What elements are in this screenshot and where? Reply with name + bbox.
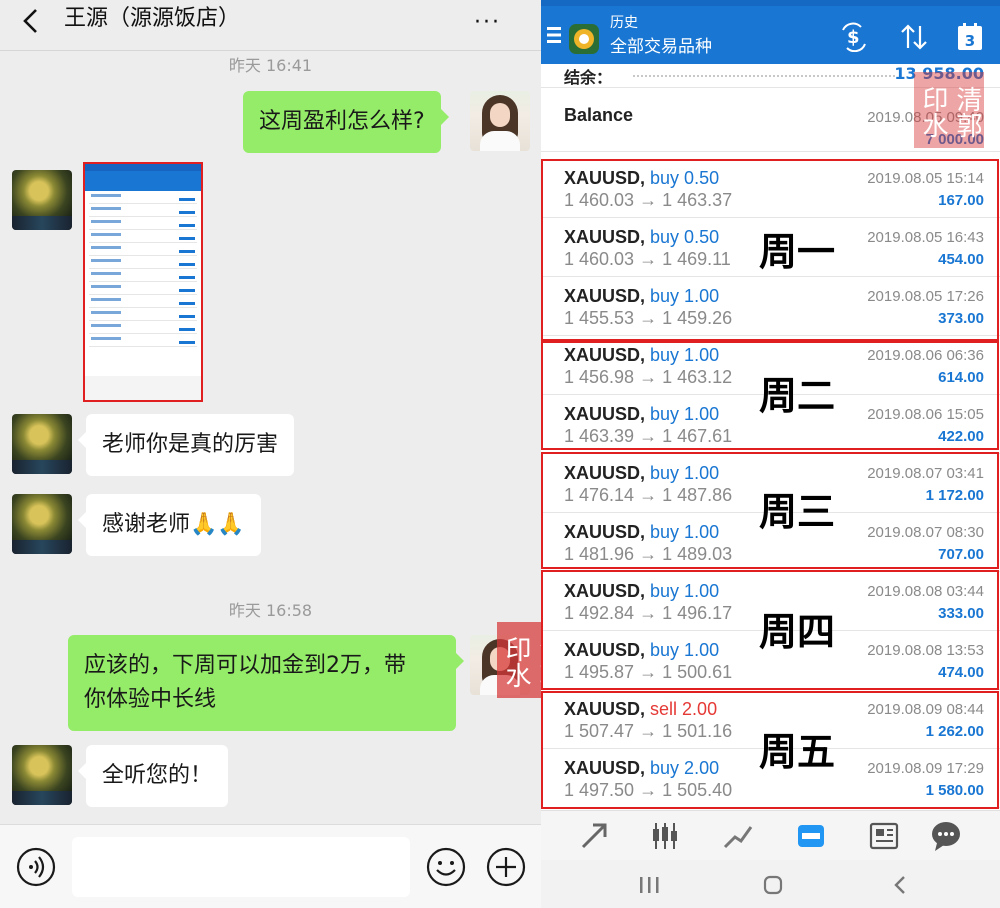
chat-title: 王源（源源饭店）: [64, 6, 241, 31]
day-label-thursday: 周四: [759, 610, 836, 654]
chat-header: 王源（源源饭店） ···: [0, 0, 541, 44]
calendar-day: 3: [965, 32, 975, 50]
sort-icon[interactable]: [897, 22, 931, 52]
summary-label: 结余：: [564, 68, 613, 87]
chat-input-bar: [0, 824, 541, 908]
message-line: 你体验中长线: [84, 687, 217, 712]
my-message-bubble[interactable]: 这周盈利怎么样?: [243, 91, 449, 153]
contact-avatar[interactable]: [12, 745, 72, 805]
contact-avatar[interactable]: [12, 494, 72, 554]
trade-icon[interactable]: [577, 819, 611, 853]
app-toolbar: 历史 全部交易品种 $ 3: [541, 0, 1000, 64]
day-label-wednesday: 周三: [759, 490, 836, 534]
bottom-navigation: [541, 810, 1000, 860]
more-options-icon[interactable]: ···: [474, 10, 501, 35]
contact-avatar[interactable]: [12, 170, 72, 230]
quotes-chart-icon[interactable]: [648, 819, 682, 853]
day-label-tuesday: 周二: [759, 374, 836, 418]
balance-label: Balance: [564, 105, 634, 125]
back-icon[interactable]: [889, 874, 913, 896]
timestamp: 昨天 16:41: [228, 56, 313, 75]
timestamp: 昨天 16:58: [228, 601, 313, 620]
plus-icon[interactable]: [486, 847, 526, 887]
watermark-text: 清郭印水: [501, 636, 541, 688]
symbol-filter[interactable]: 全部交易品种: [610, 36, 712, 58]
day-label-friday: 周五: [759, 730, 836, 774]
message-input[interactable]: [72, 837, 410, 897]
emoji-icon[interactable]: [426, 847, 466, 887]
back-arrow-icon[interactable]: [20, 8, 42, 34]
messages-icon[interactable]: [929, 819, 963, 853]
currency-exchange-icon[interactable]: $: [837, 22, 871, 52]
metatrader-logo-icon: [569, 24, 599, 54]
chart-icon[interactable]: [721, 819, 755, 853]
menu-icon[interactable]: [547, 26, 561, 44]
chat-panel: 王源（源源饭店） ··· 昨天 16:41 这周盈利怎么样? 老师你是真的厉害 …: [0, 0, 541, 908]
watermark-seal: 清郭印水: [497, 622, 541, 698]
contact-message-bubble[interactable]: 感谢老师🙏🙏: [78, 494, 261, 556]
watermark-text: 清郭印水: [918, 86, 982, 138]
summary-leader: [633, 75, 895, 77]
contact-avatar[interactable]: [12, 414, 72, 474]
my-avatar[interactable]: [470, 91, 530, 151]
system-navigation-bar: [541, 860, 1000, 908]
my-message-bubble[interactable]: 应该的，下周可以加金到2万，带 你体验中长线: [68, 635, 464, 731]
day-label-monday: 周一: [759, 230, 836, 274]
watermark-seal: 清郭印水: [914, 72, 984, 148]
contact-message-bubble[interactable]: 老师你是真的厉害: [77, 414, 295, 476]
calendar-icon[interactable]: 3: [953, 22, 987, 52]
home-icon[interactable]: [761, 874, 785, 896]
news-icon[interactable]: [867, 819, 901, 853]
recent-apps-icon[interactable]: [637, 874, 661, 896]
status-bar: [541, 0, 1000, 6]
history-panel: 历史 全部交易品种 $ 3 结余： 13 958.00 Balance 2019…: [541, 0, 1000, 908]
svg-text:$: $: [847, 27, 860, 48]
voice-input-icon[interactable]: [16, 847, 56, 887]
history-icon[interactable]: [794, 819, 828, 853]
contact-message-bubble[interactable]: 全听您的！: [77, 745, 229, 807]
shared-screenshot-image[interactable]: [83, 162, 203, 402]
message-line: 应该的，下周可以加金到2万，带: [84, 653, 406, 678]
page-title: 历史: [610, 15, 638, 31]
header-divider: [0, 50, 541, 51]
